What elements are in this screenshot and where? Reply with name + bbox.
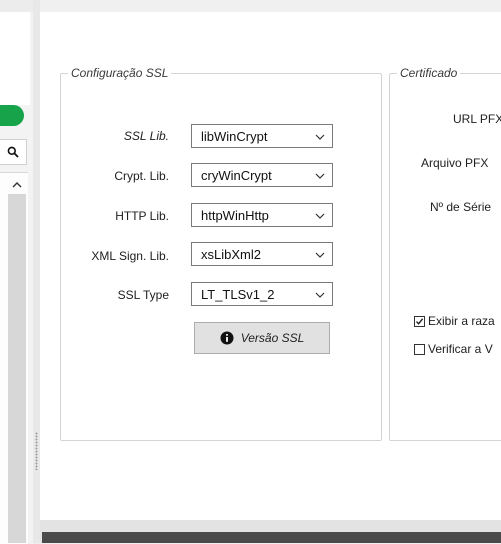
status-toggle[interactable] [0,105,24,126]
ssl-config-group: Configuração SSL SSL Lib. libWinCrypt Cr… [60,66,382,441]
http-lib-label: HTTP Lib. [115,209,169,223]
chevron-up-icon[interactable] [10,178,24,192]
ssl-type-select[interactable]: LT_TLSv1_2 [191,282,333,306]
ssl-lib-value: libWinCrypt [201,129,268,144]
certificate-title: Certificado [397,66,461,81]
xml-sign-lib-select[interactable]: xsLibXml2 [191,242,333,266]
ssl-config-title: Configuração SSL [68,66,172,81]
chevron-down-icon [315,173,325,179]
crypt-lib-select[interactable]: cryWinCrypt [191,163,333,187]
scrollbar-track[interactable] [8,194,26,543]
left-pane-header [0,0,33,12]
search-icon [7,146,19,158]
splitter-grip[interactable] [35,432,38,470]
exibir-razao-label: Exibir a raza [428,314,495,328]
status-bar [42,532,501,543]
ssl-type-value: LT_TLSv1_2 [201,287,275,302]
info-icon [220,331,234,345]
ssl-type-label: SSL Type [117,288,169,302]
verificar-validade-label: Verificar a V [428,342,493,356]
ssl-version-label: Versão SSL [240,331,305,345]
chevron-down-icon [315,252,325,258]
crypt-lib-value: cryWinCrypt [201,168,272,183]
exibir-razao-checkbox[interactable]: Exibir a raza [414,314,495,328]
chevron-down-icon [315,213,325,219]
chevron-down-icon [315,134,325,140]
checkmark-icon [416,317,424,325]
exibir-razao-box[interactable] [414,315,425,327]
numero-serie-label: Nº de Série [430,200,492,214]
verificar-validade-checkbox[interactable]: Verificar a V [414,342,493,356]
left-pane-content [0,12,30,105]
xml-sign-lib-value: xsLibXml2 [201,247,261,262]
crypt-lib-label: Crypt. Lib. [114,169,169,183]
search-button[interactable] [0,139,27,165]
http-lib-select[interactable]: httpWinHttp [191,203,333,227]
main-panel: Configuração SSL SSL Lib. libWinCrypt Cr… [40,12,501,520]
ssl-lib-select[interactable]: libWinCrypt [191,124,333,148]
ssl-version-button[interactable]: Versão SSL [194,322,330,354]
verificar-validade-box[interactable] [414,343,425,355]
certificate-group: Certificado URL PFX Arquivo PFX Nº de Sé… [389,66,501,441]
chevron-down-icon [315,292,325,298]
ssl-lib-label: SSL Lib. [123,129,169,143]
xml-sign-lib-label: XML Sign. Lib. [91,249,169,263]
url-pfx-label: URL PFX [453,112,501,126]
http-lib-value: httpWinHttp [201,208,269,223]
arquivo-pfx-label: Arquivo PFX [421,156,489,170]
